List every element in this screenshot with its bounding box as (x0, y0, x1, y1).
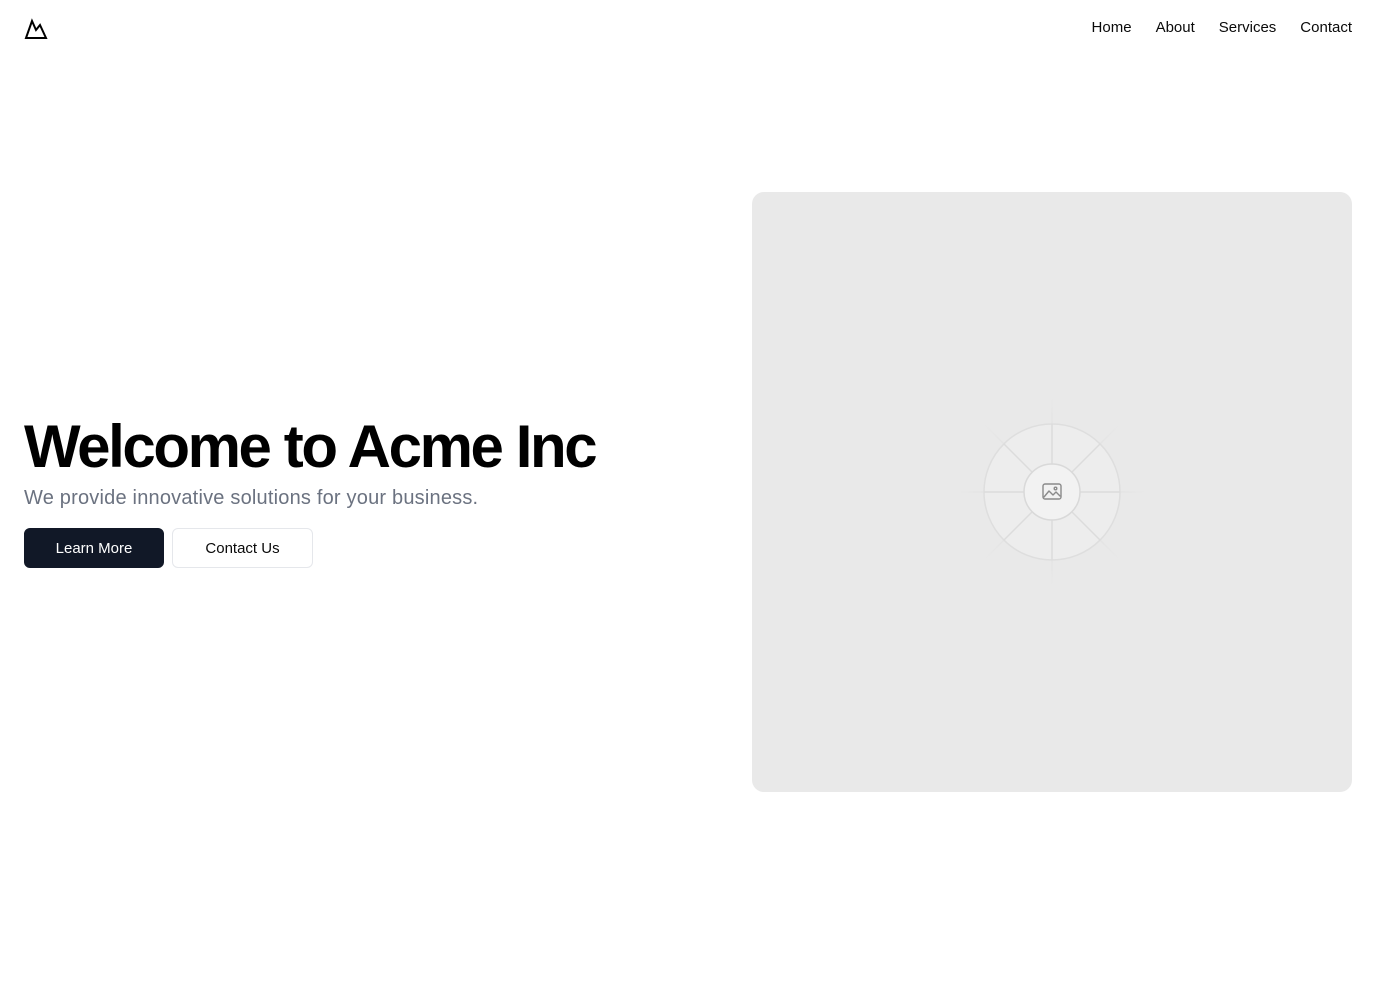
contact-us-button[interactable]: Contact Us (172, 528, 313, 568)
nav-link-services[interactable]: Services (1219, 17, 1277, 39)
hero-buttons: Learn More Contact Us (24, 528, 704, 568)
mountain-icon[interactable] (24, 16, 48, 40)
hero-image-placeholder (752, 192, 1352, 792)
site-header: Home About Services Contact (0, 0, 1376, 56)
hero-content: Welcome to Acme Inc We provide innovativ… (24, 412, 704, 568)
learn-more-button[interactable]: Learn More (24, 528, 164, 568)
main-nav: Home About Services Contact (1092, 17, 1352, 39)
nav-link-home[interactable]: Home (1092, 17, 1132, 39)
image-placeholder-icon (957, 397, 1147, 587)
nav-link-contact[interactable]: Contact (1300, 17, 1352, 39)
hero-title: Welcome to Acme Inc (24, 413, 598, 480)
nav-link-about[interactable]: About (1156, 17, 1195, 39)
hero-subtitle: We provide innovative solutions for your… (24, 487, 479, 509)
